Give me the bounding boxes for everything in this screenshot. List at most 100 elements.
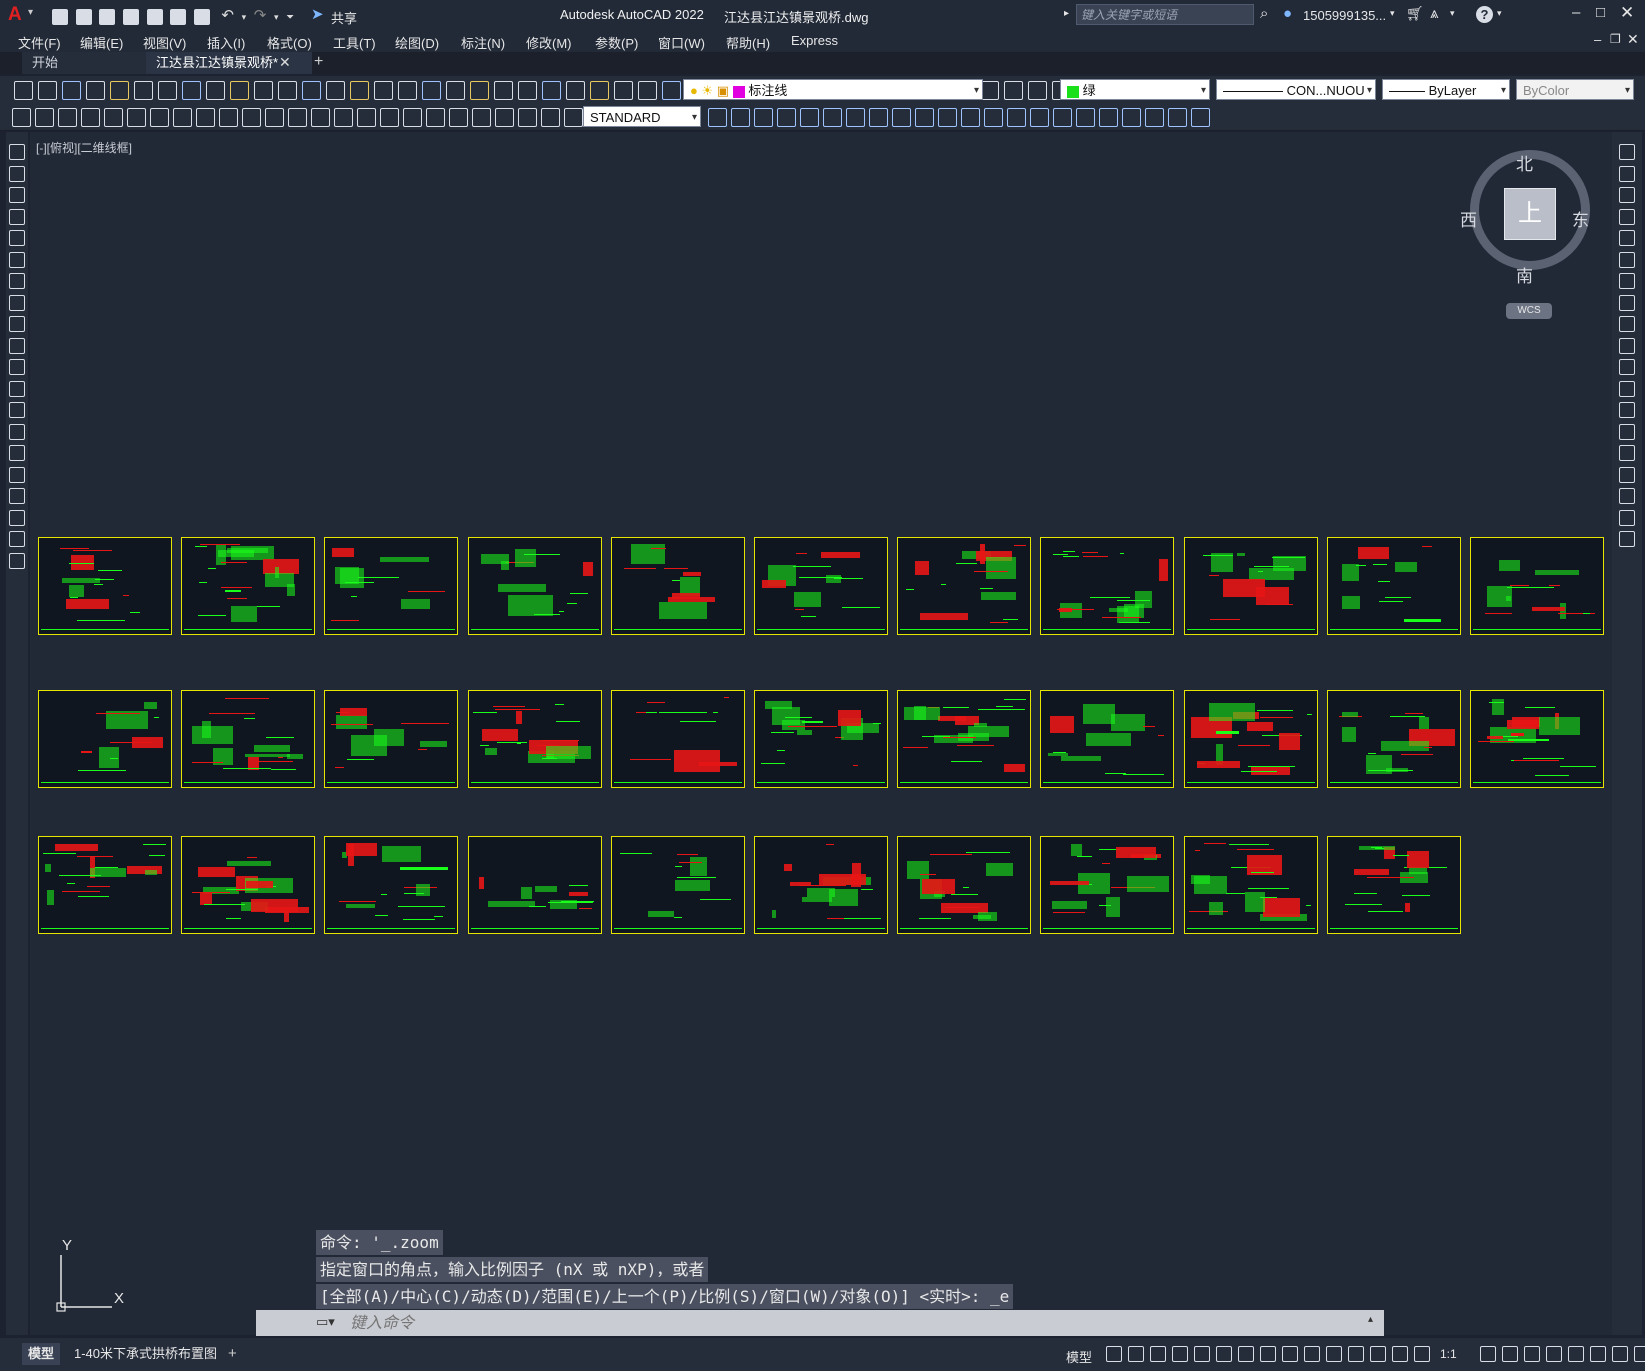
modify-tool-icon[interactable]	[1619, 144, 1635, 160]
viewport-controls[interactable]: [-][俯视][二维线框]	[36, 139, 132, 156]
standard-toolbar-icon[interactable]	[566, 81, 585, 100]
draw-tool-icon[interactable]	[9, 423, 25, 440]
dimension-toolbar-icon[interactable]	[1168, 108, 1187, 127]
menu-tools[interactable]: 工具(T)	[333, 33, 376, 52]
modify-tool-icon[interactable]	[1619, 294, 1635, 311]
modify-tool-icon[interactable]	[1619, 445, 1635, 461]
status-toggle-icon[interactable]	[1502, 1346, 1518, 1362]
layout-tab-model[interactable]: 模型	[22, 1343, 61, 1365]
standard-toolbar-icon[interactable]	[302, 81, 321, 100]
drawing-sheet[interactable]	[897, 690, 1032, 788]
standard-toolbar-icon[interactable]	[86, 81, 105, 100]
status-toggle-icon[interactable]	[1150, 1346, 1166, 1362]
draw-tool-icon[interactable]	[9, 552, 25, 569]
standard-toolbar-icon[interactable]	[518, 81, 537, 100]
standard-toolbar-icon[interactable]	[662, 81, 681, 100]
drawing-sheet[interactable]	[181, 537, 316, 635]
customize-qat-icon[interactable]: ⏷	[286, 12, 294, 23]
new-tab-icon[interactable]: +	[314, 53, 323, 71]
command-prompt-icon[interactable]: ▭▾	[316, 1314, 335, 1330]
color-combo[interactable]: 绿 ▾	[1060, 79, 1210, 100]
menu-edit[interactable]: 编辑(E)	[80, 33, 123, 52]
dimension-toolbar-icon[interactable]	[265, 108, 284, 127]
drawing-sheet[interactable]	[324, 836, 459, 934]
drawing-sheet[interactable]	[181, 836, 316, 934]
search-icon[interactable]: ⌕	[1260, 5, 1268, 22]
user-icon[interactable]: ●	[1283, 5, 1292, 22]
standard-toolbar-icon[interactable]	[446, 81, 465, 100]
standard-toolbar-icon[interactable]	[470, 81, 489, 100]
draw-tool-icon[interactable]	[9, 531, 25, 547]
status-toggle-icon[interactable]	[1524, 1346, 1540, 1362]
dimension-toolbar-icon[interactable]	[426, 108, 445, 127]
menu-file[interactable]: 文件(F)	[18, 33, 61, 52]
dimension-toolbar-icon[interactable]	[754, 108, 773, 127]
status-scale[interactable]: 1:1	[1440, 1347, 1457, 1361]
standard-toolbar-icon[interactable]	[62, 81, 81, 100]
open-web-icon[interactable]	[146, 8, 163, 25]
status-toggle-icon[interactable]	[1304, 1346, 1320, 1362]
dimension-toolbar-icon[interactable]	[892, 108, 911, 127]
status-toggle-icon[interactable]	[1568, 1346, 1584, 1362]
status-toggle-icon[interactable]	[1194, 1346, 1210, 1362]
standard-toolbar-icon[interactable]	[326, 81, 345, 100]
menu-help[interactable]: 帮助(H)	[726, 33, 770, 52]
drawing-sheet[interactable]	[467, 690, 602, 788]
status-toggle-icon[interactable]	[1590, 1346, 1606, 1362]
drawing-sheet[interactable]	[1183, 690, 1318, 788]
menu-modify[interactable]: 修改(M)	[526, 33, 572, 52]
standard-toolbar-icon[interactable]	[206, 81, 225, 100]
dimension-toolbar-icon[interactable]	[1007, 108, 1026, 127]
dimension-toolbar-icon[interactable]	[541, 108, 560, 127]
new-icon[interactable]	[52, 8, 68, 25]
standard-toolbar-icon[interactable]	[14, 81, 33, 100]
dimension-toolbar-icon[interactable]	[173, 108, 192, 127]
modify-tool-icon[interactable]	[1619, 509, 1635, 526]
standard-toolbar-icon[interactable]	[542, 81, 561, 100]
standard-toolbar-icon[interactable]	[398, 81, 417, 100]
menu-insert[interactable]: 插入(I)	[207, 33, 245, 52]
dimension-toolbar-icon[interactable]	[380, 108, 399, 127]
textstyle-combo[interactable]: STANDARD ▾	[583, 106, 701, 127]
autodesk-app-icon[interactable]: ⩓	[1430, 5, 1438, 22]
modify-tool-icon[interactable]	[1619, 466, 1635, 483]
drawing-sheet[interactable]	[181, 690, 316, 788]
help-dropdown-icon[interactable]: ▾	[1497, 8, 1502, 19]
standard-toolbar-icon[interactable]	[278, 81, 297, 100]
standard-toolbar-icon[interactable]	[350, 81, 369, 100]
dimension-toolbar-icon[interactable]	[472, 108, 491, 127]
save-web-icon[interactable]	[170, 8, 187, 25]
dimension-toolbar-icon[interactable]	[564, 108, 583, 127]
dimension-toolbar-icon[interactable]	[1191, 108, 1210, 127]
draw-tool-icon[interactable]	[9, 509, 25, 526]
draw-tool-icon[interactable]	[9, 273, 25, 289]
dimension-toolbar-icon[interactable]	[708, 108, 727, 127]
draw-tool-icon[interactable]	[9, 230, 25, 246]
dimension-toolbar-icon[interactable]	[1145, 108, 1164, 127]
compass-south[interactable]: 南	[1516, 262, 1533, 287]
doc-minimize-icon[interactable]: –	[1594, 32, 1601, 47]
drawing-sheet[interactable]	[38, 690, 172, 788]
close-icon[interactable]: ✕	[1620, 3, 1634, 23]
status-toggle-icon[interactable]	[1216, 1346, 1232, 1362]
autocad-logo-icon[interactable]: A	[8, 4, 22, 26]
draw-tool-icon[interactable]	[9, 380, 25, 397]
dimension-toolbar-icon[interactable]	[777, 108, 796, 127]
status-toggle-icon[interactable]	[1414, 1346, 1430, 1362]
layer-tool-icon[interactable]	[1004, 81, 1023, 100]
plot-icon[interactable]	[193, 8, 210, 25]
dimension-toolbar-icon[interactable]	[869, 108, 888, 127]
drawing-sheet[interactable]	[1183, 836, 1318, 934]
modify-tool-icon[interactable]	[1619, 251, 1635, 268]
standard-toolbar-icon[interactable]	[638, 81, 657, 100]
dimension-toolbar-icon[interactable]	[150, 108, 169, 127]
doc-restore-icon[interactable]: ❐	[1610, 32, 1621, 46]
modify-tool-icon[interactable]	[1619, 187, 1635, 203]
maximize-icon[interactable]: □	[1596, 4, 1605, 21]
user-account[interactable]: 1505999135...	[1303, 8, 1386, 23]
drawing-sheet[interactable]	[1040, 690, 1175, 788]
drawing-sheet[interactable]	[1470, 537, 1604, 635]
share-button[interactable]: 共享	[331, 8, 357, 27]
dimension-toolbar-icon[interactable]	[961, 108, 980, 127]
drawing-sheet[interactable]	[1326, 836, 1461, 934]
